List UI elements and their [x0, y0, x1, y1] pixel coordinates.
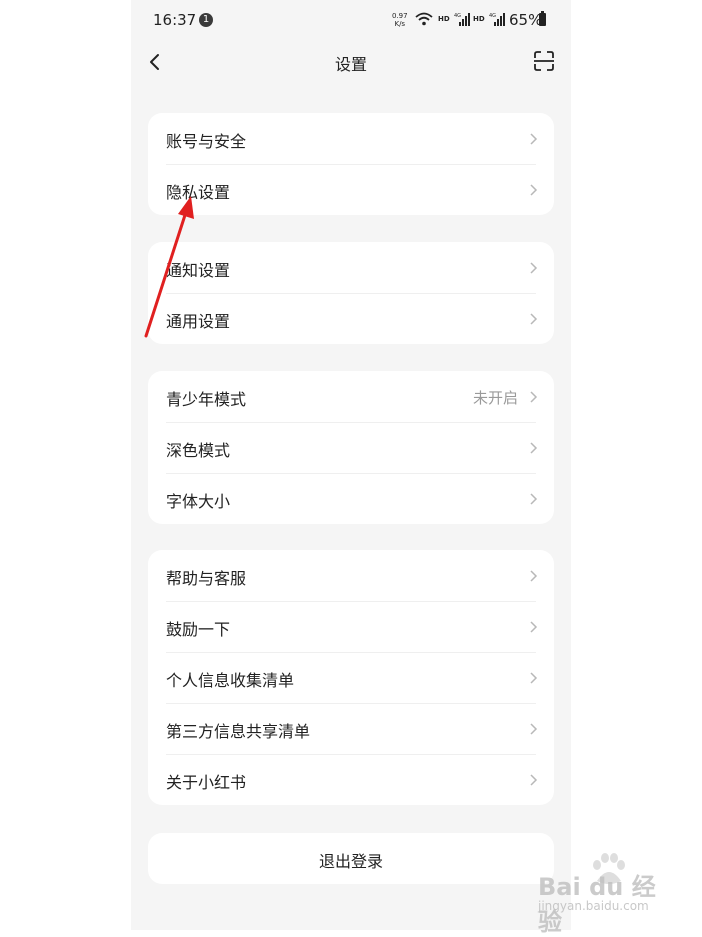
logout-label: 退出登录 [318, 852, 383, 871]
signal-4g-icon: 4G [454, 13, 470, 26]
settings-item-label: 帮助与客服 [166, 569, 247, 588]
wifi-icon [415, 12, 433, 26]
settings-item-label: 鼓励一下 [166, 620, 231, 639]
scan-icon[interactable] [533, 50, 555, 72]
settings-item-label: 隐私设置 [166, 183, 231, 202]
settings-item-third-party-list[interactable]: 第三方信息共享清单 [148, 703, 554, 754]
settings-item-teen-mode[interactable]: 青少年模式 未开启 [148, 371, 554, 422]
settings-group-display: 青少年模式 未开启 深色模式 字体大小 [148, 371, 554, 524]
settings-item-label: 账号与安全 [166, 132, 247, 151]
chevron-right-icon [530, 570, 538, 582]
chevron-right-icon [530, 391, 538, 403]
logout-button[interactable]: 退出登录 [148, 833, 554, 884]
settings-group-about: 帮助与客服 鼓励一下 个人信息收集清单 第三方信息共享清单 关于小红书 [148, 550, 554, 805]
settings-item-personal-info-list[interactable]: 个人信息收集清单 [148, 652, 554, 703]
phone-screen: 16:37 1 0.97 K/s HD 4G HD 4G 65% 设置 账号与安… [131, 0, 571, 930]
chevron-right-icon [530, 723, 538, 735]
watermark-url: jingyan.baidu.com [538, 899, 649, 913]
settings-item-label: 个人信息收集清单 [166, 671, 295, 690]
chevron-right-icon [530, 133, 538, 145]
chevron-right-icon [530, 184, 538, 196]
settings-item-dark-mode[interactable]: 深色模式 [148, 422, 554, 473]
settings-item-privacy[interactable]: 隐私设置 [148, 164, 554, 215]
chevron-right-icon [530, 774, 538, 786]
battery-icon [539, 11, 546, 26]
settings-group-general: 通知设置 通用设置 [148, 242, 554, 344]
watermark: Bai du 经验 jingyan.baidu.com [536, 853, 676, 936]
settings-item-account-security[interactable]: 账号与安全 [148, 113, 554, 164]
svg-text:4G: 4G [454, 13, 461, 19]
chevron-right-icon [530, 442, 538, 454]
settings-group-account: 账号与安全 隐私设置 [148, 113, 554, 215]
chevron-right-icon [530, 262, 538, 274]
settings-item-help[interactable]: 帮助与客服 [148, 550, 554, 601]
settings-item-label: 关于小红书 [166, 773, 247, 792]
network-speed-value: 0.97 [392, 12, 408, 20]
settings-item-label: 字体大小 [166, 492, 231, 511]
chevron-right-icon [530, 493, 538, 505]
chevron-right-icon [530, 621, 538, 633]
settings-item-encourage[interactable]: 鼓励一下 [148, 601, 554, 652]
nav-bar: 设置 [131, 40, 571, 84]
settings-item-notifications[interactable]: 通知设置 [148, 242, 554, 293]
chevron-right-icon [530, 313, 538, 325]
settings-item-font-size[interactable]: 字体大小 [148, 473, 554, 524]
status-bar: 16:37 1 0.97 K/s HD 4G HD 4G 65% [131, 0, 571, 40]
page-title: 设置 [334, 55, 367, 74]
svg-text:4G: 4G [489, 13, 496, 19]
settings-item-label: 通知设置 [166, 261, 231, 280]
network-speed: 0.97 K/s [392, 12, 408, 28]
settings-item-label: 通用设置 [166, 312, 231, 331]
hd-label: HD [438, 15, 450, 23]
settings-item-label: 第三方信息共享清单 [166, 722, 311, 741]
battery-percent: 65% [509, 11, 543, 29]
status-time: 16:37 [153, 11, 197, 29]
settings-item-about[interactable]: 关于小红书 [148, 754, 554, 805]
network-speed-unit: K/s [394, 20, 406, 28]
settings-item-general[interactable]: 通用设置 [148, 293, 554, 344]
settings-item-label: 深色模式 [166, 441, 231, 460]
settings-item-label: 青少年模式 [166, 390, 247, 409]
hd-label-2: HD [473, 15, 485, 23]
chevron-right-icon [530, 672, 538, 684]
teen-mode-status: 未开启 [472, 389, 518, 407]
notification-badge: 1 [199, 13, 213, 27]
signal-4g-icon-2: 4G [489, 13, 505, 26]
